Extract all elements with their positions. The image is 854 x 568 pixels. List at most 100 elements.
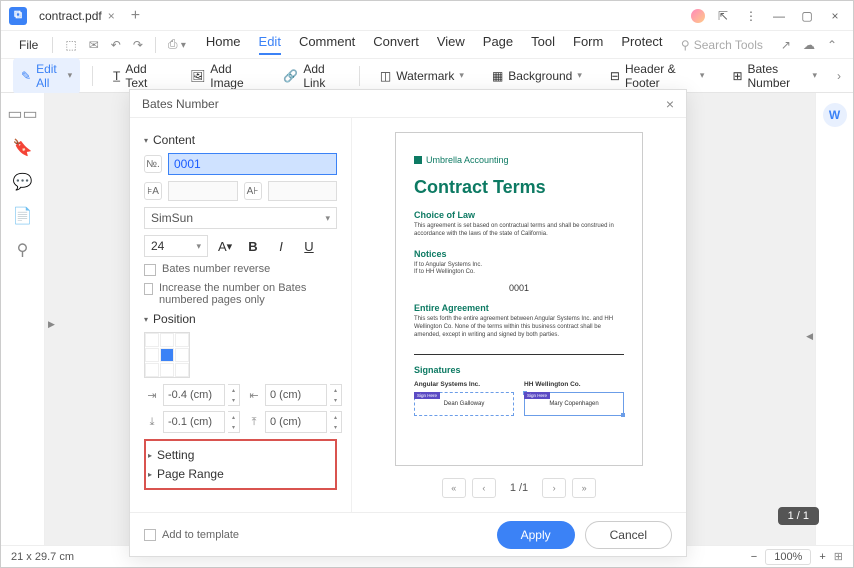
- dialog-preview-panel: Umbrella Accounting Contract Terms Choic…: [352, 118, 686, 512]
- tab-protect[interactable]: Protect: [621, 34, 662, 55]
- offset-y2-icon: ⤒: [246, 414, 262, 430]
- offset-x-input[interactable]: [163, 384, 225, 406]
- font-select[interactable]: SimSun ▾: [144, 207, 337, 229]
- suffix-input[interactable]: [268, 181, 338, 201]
- offset-y-icon: ⤓: [144, 414, 160, 430]
- prefix-icon[interactable]: ⊧A: [144, 182, 162, 200]
- number-format-icon[interactable]: №.: [144, 155, 162, 173]
- minimize-icon[interactable]: —: [769, 6, 789, 26]
- setting-label: Setting: [157, 448, 194, 462]
- tab-comment[interactable]: Comment: [299, 34, 355, 55]
- account-icon[interactable]: [691, 9, 705, 23]
- cloud-icon[interactable]: ☁: [799, 38, 819, 52]
- tab-form[interactable]: Form: [573, 34, 603, 55]
- mail-icon[interactable]: ✉: [85, 38, 103, 52]
- bold-button[interactable]: B: [242, 235, 264, 257]
- background-button[interactable]: ▦Background▾: [484, 65, 590, 87]
- content-section-header[interactable]: ▾Content: [144, 133, 337, 147]
- position-section-header[interactable]: ▾Position: [144, 312, 337, 326]
- pager-prev-button[interactable]: ‹: [472, 478, 496, 498]
- pager-last-button[interactable]: »: [572, 478, 596, 498]
- attachment-icon[interactable]: 📄: [14, 207, 32, 225]
- font-size-select[interactable]: 24 ▾: [144, 235, 208, 257]
- external-icon[interactable]: ↗: [777, 38, 795, 52]
- page-range-section-header[interactable]: ▸Page Range: [148, 467, 333, 481]
- preview-body-1: This agreement is set based on contractu…: [414, 223, 624, 239]
- chevron-down-icon: ▾: [577, 70, 582, 81]
- increase-checkbox-row[interactable]: Increase the number on Bates numbered pa…: [144, 282, 337, 306]
- tab-home[interactable]: Home: [206, 34, 241, 55]
- spinner[interactable]: ▴▾: [330, 384, 342, 406]
- edit-all-button[interactable]: ✎ Edit All ▾: [13, 58, 80, 94]
- bates-number-button[interactable]: ⊞Bates Number▾: [724, 58, 825, 94]
- pager-next-button[interactable]: ›: [542, 478, 566, 498]
- zoom-level[interactable]: 100%: [765, 549, 811, 565]
- menubar: File ⬚ ✉ ↶ ↷ ⎙ ▾ Home Edit Comment Conve…: [1, 31, 853, 59]
- highlighted-sections: ▸Setting ▸Page Range: [144, 439, 337, 490]
- close-icon[interactable]: ×: [108, 9, 115, 23]
- more-icon[interactable]: ⋮: [741, 6, 761, 26]
- suffix-icon[interactable]: A⊦: [244, 182, 262, 200]
- print-icon[interactable]: ⎙ ▾: [164, 37, 190, 52]
- dialog-header: Bates Number ×: [130, 90, 686, 118]
- search-panel-icon[interactable]: ⚲: [14, 241, 32, 259]
- setting-section-header[interactable]: ▸Setting: [148, 448, 333, 462]
- titlebar: ⧉ contract.pdf × + ⇱ ⋮ — ▢ ×: [1, 1, 853, 31]
- prefix-input[interactable]: [168, 181, 238, 201]
- zoom-in-button[interactable]: +: [819, 551, 825, 563]
- bookmark-icon[interactable]: 🔖: [14, 139, 32, 157]
- italic-button[interactable]: I: [270, 235, 292, 257]
- zoom-out-button[interactable]: −: [751, 551, 757, 563]
- share-icon[interactable]: ⇱: [713, 6, 733, 26]
- left-scroll-handle[interactable]: ▶: [48, 319, 58, 339]
- tab-view[interactable]: View: [437, 34, 465, 55]
- bates-number-input[interactable]: [168, 153, 337, 175]
- dialog-settings-panel: ▾Content №. ⊧A A⊦ SimSun ▾ 24 ▾ A▾: [130, 118, 352, 512]
- document-tab[interactable]: contract.pdf ×: [27, 1, 127, 30]
- offset-y2-input[interactable]: [265, 411, 327, 433]
- reverse-checkbox-row[interactable]: Bates number reverse: [144, 263, 337, 276]
- spinner[interactable]: ▴▾: [330, 411, 342, 433]
- word-export-icon[interactable]: W: [823, 103, 847, 127]
- right-scroll-handle[interactable]: ◀: [806, 331, 813, 342]
- toolbar-overflow-icon[interactable]: ›: [837, 69, 841, 83]
- tab-page[interactable]: Page: [483, 34, 513, 55]
- open-icon[interactable]: ⬚: [61, 38, 80, 52]
- redo-icon[interactable]: ↷: [129, 38, 147, 52]
- watermark-button[interactable]: ◫Watermark▾: [372, 65, 472, 87]
- pager-first-button[interactable]: «: [442, 478, 466, 498]
- search-tools[interactable]: ⚲ Search Tools: [681, 38, 763, 52]
- file-menu[interactable]: File: [13, 38, 44, 52]
- header-footer-label: Header & Footer: [625, 62, 695, 90]
- offset-x2-input[interactable]: [265, 384, 327, 406]
- watermark-label: Watermark: [396, 69, 454, 83]
- undo-icon[interactable]: ↶: [107, 38, 125, 52]
- apply-button[interactable]: Apply: [497, 521, 575, 549]
- add-tab-button[interactable]: +: [131, 7, 140, 25]
- underline-button[interactable]: U: [298, 235, 320, 257]
- font-color-button[interactable]: A▾: [214, 235, 236, 257]
- dialog-close-button[interactable]: ×: [666, 96, 674, 112]
- reverse-label: Bates number reverse: [162, 263, 270, 275]
- position-grid[interactable]: [144, 332, 190, 378]
- spinner[interactable]: ▴▾: [228, 384, 240, 406]
- add-image-label: Add Image: [210, 62, 255, 90]
- checkbox-icon: [144, 264, 156, 276]
- company-name: Umbrella Accounting: [426, 155, 509, 165]
- preview-section-3: Entire Agreement: [414, 303, 624, 313]
- background-label: Background: [508, 69, 572, 83]
- collapse-icon[interactable]: ⌃: [823, 38, 841, 52]
- maximize-icon[interactable]: ▢: [797, 6, 817, 26]
- spinner[interactable]: ▴▾: [228, 411, 240, 433]
- thumbnails-icon[interactable]: ▭▭: [14, 105, 32, 123]
- tab-edit[interactable]: Edit: [259, 34, 281, 55]
- add-to-template-checkbox[interactable]: Add to template: [144, 528, 239, 541]
- comment-icon[interactable]: 💬: [14, 173, 32, 191]
- fit-page-icon[interactable]: ⊞: [834, 550, 843, 563]
- window-close-icon[interactable]: ×: [825, 6, 845, 26]
- cancel-button[interactable]: Cancel: [585, 521, 672, 549]
- position-center[interactable]: [160, 348, 174, 362]
- tab-tool[interactable]: Tool: [531, 34, 555, 55]
- offset-y-input[interactable]: [163, 411, 225, 433]
- tab-convert[interactable]: Convert: [373, 34, 419, 55]
